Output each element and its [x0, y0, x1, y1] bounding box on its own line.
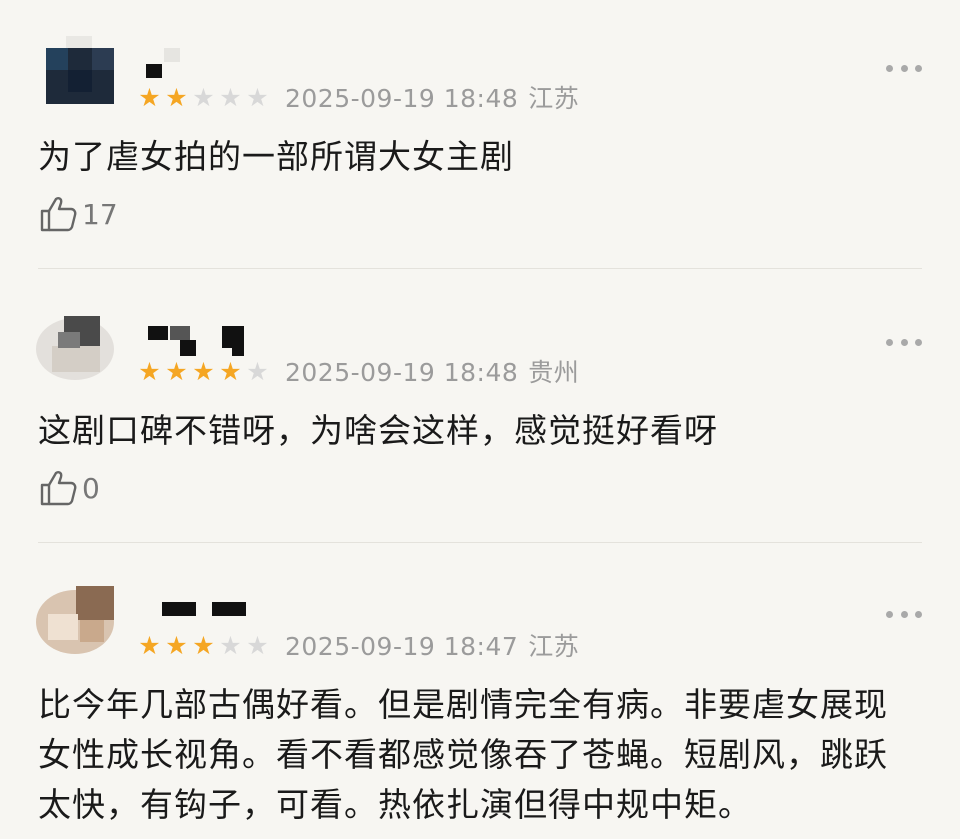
star-icon: ★ — [246, 630, 269, 660]
star-icon: ★ — [192, 356, 215, 386]
thumbs-up-icon — [40, 197, 77, 232]
like-button[interactable]: 0 — [38, 468, 100, 508]
meta-row: ★ ★ ★ ★ ★ 2025-09-19 18:48 江苏 — [136, 80, 579, 114]
star-icon: ★ — [192, 630, 215, 660]
avatar[interactable] — [36, 584, 114, 654]
meta-row: ★ ★ ★ ★ ★ 2025-09-19 18:47 江苏 — [136, 628, 579, 662]
meta-text: 2025-09-19 18:47 江苏 — [285, 627, 579, 663]
star-icon: ★ — [219, 630, 242, 660]
timestamp: 2025-09-19 18:48 — [285, 84, 519, 113]
timestamp: 2025-09-19 18:48 — [285, 358, 519, 387]
more-dots-icon[interactable] — [886, 604, 922, 624]
meta-text: 2025-09-19 18:48 贵州 — [285, 353, 579, 389]
meta-row: ★ ★ ★ ★ ★ 2025-09-19 18:48 贵州 — [136, 354, 579, 388]
more-dots-icon[interactable] — [886, 58, 922, 78]
location: 江苏 — [528, 632, 580, 661]
star-icon: ★ — [138, 630, 161, 660]
more-dots-icon[interactable] — [886, 332, 922, 352]
star-icon: ★ — [138, 82, 161, 112]
star-icon: ★ — [165, 356, 188, 386]
star-rating: ★ ★ ★ ★ ★ — [136, 359, 271, 384]
location: 江苏 — [528, 84, 580, 113]
star-icon: ★ — [246, 82, 269, 112]
like-count: 0 — [82, 471, 100, 505]
avatar[interactable] — [36, 310, 114, 380]
star-icon: ★ — [138, 356, 161, 386]
meta-text: 2025-09-19 18:48 江苏 — [285, 79, 579, 115]
like-button[interactable]: 17 — [38, 194, 118, 234]
thumbs-up-icon — [40, 471, 77, 506]
location: 贵州 — [528, 358, 580, 387]
comment-text: 为了虐女拍的一部所谓大女主剧 — [38, 137, 514, 176]
timestamp: 2025-09-19 18:47 — [285, 632, 519, 661]
comment-text: 这剧口碑不错呀，为啥会这样，感觉挺好看呀 — [38, 411, 718, 450]
like-count: 17 — [82, 197, 118, 231]
star-rating: ★ ★ ★ ★ ★ — [136, 633, 271, 658]
avatar[interactable] — [36, 36, 114, 106]
star-rating: ★ ★ ★ ★ ★ — [136, 85, 271, 110]
star-icon: ★ — [165, 82, 188, 112]
divider — [38, 268, 922, 269]
star-icon: ★ — [246, 356, 269, 386]
star-icon: ★ — [219, 356, 242, 386]
star-icon: ★ — [165, 630, 188, 660]
star-icon: ★ — [192, 82, 215, 112]
star-icon: ★ — [219, 82, 242, 112]
comment-text: 比今年几部古偶好看。但是剧情完全有病。非要虐女展现女性成长视角。看不看都感觉像吞… — [38, 685, 888, 824]
divider — [38, 542, 922, 543]
